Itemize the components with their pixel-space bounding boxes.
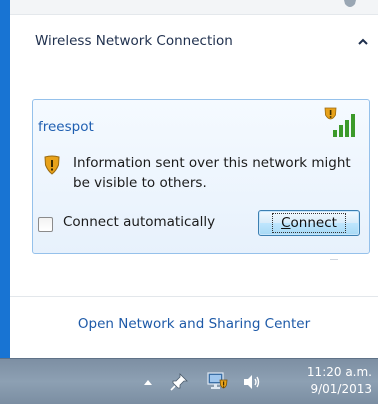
network-tray-button[interactable] [206,370,228,392]
system-clock[interactable]: 11:20 a.m. 9/01/2013 [307,364,372,398]
volume-tray-button[interactable] [241,371,263,393]
connect-automatically-label[interactable]: Connect automatically [63,214,215,230]
section-title: Wireless Network Connection [35,33,233,49]
flyout-top-strip [10,0,378,15]
taskbar: 11:20 a.m. 9/01/2013 [0,358,378,404]
network-warning-icon [207,372,228,389]
collapse-section-button[interactable] [356,34,370,48]
left-accent-bar [0,0,10,358]
network-item-freespot[interactable]: freespot Information sent over this netw… [32,99,370,254]
shield-warning-icon [44,155,60,175]
connect-button[interactable]: Connect [258,210,360,236]
connect-automatically-checkbox[interactable] [38,217,53,232]
network-name: freespot [38,119,94,135]
footer-divider [10,296,378,297]
divider [330,259,338,260]
clock-date: 9/01/2013 [310,382,372,396]
chevron-up-icon [358,38,368,45]
clock-time: 11:20 a.m. [306,365,372,379]
show-hidden-icons-icon [144,379,152,385]
speaker-icon [244,375,260,389]
show-hidden-icons-button[interactable] [137,371,159,393]
security-warning-text: Information sent over this network might… [73,155,351,191]
signal-bars-warning-icon [324,107,355,137]
pin-tray-button[interactable] [168,371,190,393]
pin-icon [170,373,188,391]
open-network-sharing-center-link[interactable]: Open Network and Sharing Center [10,316,378,332]
connect-button-label: Connect [272,213,346,233]
shield-icon [344,0,356,7]
